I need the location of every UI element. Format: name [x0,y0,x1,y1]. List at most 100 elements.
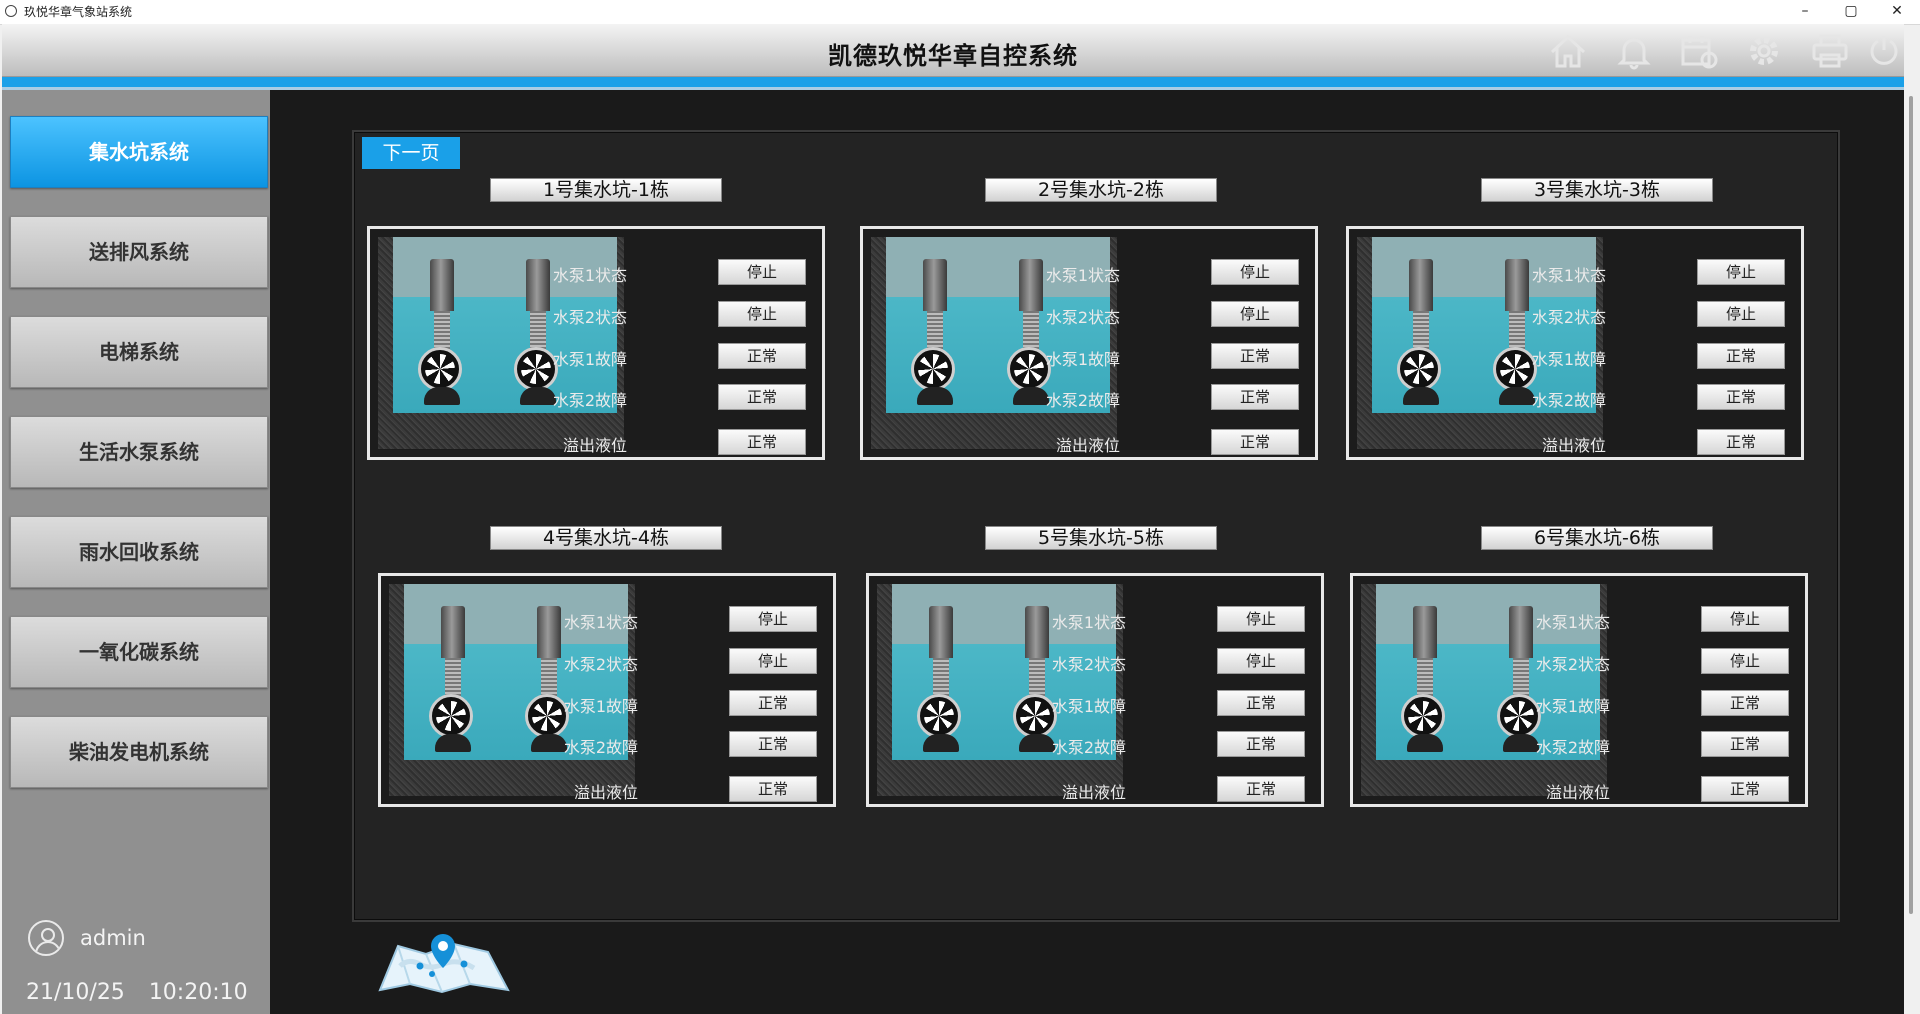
bell-icon[interactable] [1614,32,1654,70]
pit-title: 5号集水坑-5栋 [985,526,1217,550]
map-location-icon[interactable] [370,930,516,996]
current-time: 10:20:10 [148,980,248,1005]
status-label: 水泵1状态 [1535,613,1610,632]
pump-1-icon [905,259,965,409]
status-value: 停止 [718,259,806,285]
status-label: 水泵1故障 [1045,350,1120,369]
status-label: 水泵1故障 [1535,697,1610,716]
status-value: 正常 [1697,343,1785,369]
pit-card: 水泵1状态 停止 水泵2状态 停止 水泵1故障 正常 水泵2故障 正常 溢出液位 正常 [378,573,836,807]
pit-title: 4号集水坑-4栋 [490,526,722,550]
status-value: 正常 [718,429,806,455]
status-label: 水泵2故障 [1531,391,1606,410]
sidebar: 集水坑系统 送排风系统 电梯系统 生活水泵系统 雨水回收系统 一氧化碳系统 柴油… [2,90,270,1014]
status-label: 水泵2故障 [1051,738,1126,757]
status-value: 正常 [1217,690,1305,716]
datetime: 21/10/25 10:20:10 [26,980,272,1005]
status-label: 溢出液位 [562,436,627,455]
status-value: 正常 [1211,429,1299,455]
sidebar-item-domestic-water-pump-system[interactable]: 生活水泵系统 [10,416,268,488]
status-label: 水泵2状态 [1045,308,1120,327]
status-label: 水泵1状态 [552,266,627,285]
gear-icon[interactable] [1744,32,1784,70]
status-label: 水泵1状态 [563,613,638,632]
status-value: 停止 [1701,606,1789,632]
pit-title: 3号集水坑-3栋 [1481,178,1713,202]
status-value: 停止 [1701,648,1789,674]
calendar-icon[interactable] [1678,32,1718,70]
status-label: 水泵2故障 [1535,738,1610,757]
status-label: 水泵1状态 [1045,266,1120,285]
status-label: 水泵1故障 [1531,350,1606,369]
status-value: 正常 [1701,731,1789,757]
status-label: 水泵2状态 [1535,655,1610,674]
status-label: 水泵1故障 [1051,697,1126,716]
status-label: 水泵2故障 [552,391,627,410]
status-value: 正常 [1701,776,1789,802]
status-value: 正常 [1211,343,1299,369]
app-icon [5,5,17,17]
status-label: 水泵2故障 [563,738,638,757]
status-label: 水泵2状态 [1051,655,1126,674]
status-value: 停止 [1211,259,1299,285]
status-label: 溢出液位 [1545,783,1610,802]
status-label: 水泵1故障 [563,697,638,716]
status-label: 水泵2状态 [563,655,638,674]
vertical-scrollbar[interactable] [1904,90,1920,1014]
status-value: 停止 [1697,259,1785,285]
sidebar-item-rainwater-recovery-system[interactable]: 雨水回收系统 [10,516,268,588]
scrollbar-thumb[interactable] [1909,96,1913,914]
status-label: 水泵2状态 [1531,308,1606,327]
status-label: 溢出液位 [1055,436,1120,455]
app-header: 凯德玖悦华章自控系统 [2,24,1904,77]
status-label: 溢出液位 [1061,783,1126,802]
pit-title: 1号集水坑-1栋 [490,178,722,202]
sidebar-item-elevator-system[interactable]: 电梯系统 [10,316,268,388]
pump-1-icon [1395,606,1455,756]
sidebar-item-sump-system[interactable]: 集水坑系统 [10,116,268,188]
status-value: 正常 [718,384,806,410]
sidebar-item-carbon-monoxide-system[interactable]: 一氧化碳系统 [10,616,268,688]
pit-card: 水泵1状态 停止 水泵2状态 停止 水泵1故障 正常 水泵2故障 正常 溢出液位 正常 [367,226,825,460]
status-value: 正常 [1701,690,1789,716]
status-value: 正常 [1211,384,1299,410]
pit-title: 6号集水坑-6栋 [1481,526,1713,550]
status-value: 停止 [729,648,817,674]
status-value: 正常 [1697,384,1785,410]
status-label: 溢出液位 [1541,436,1606,455]
status-label: 水泵1故障 [552,350,627,369]
pump-1-icon [423,606,483,756]
status-value: 停止 [1217,606,1305,632]
status-label: 水泵2状态 [552,308,627,327]
status-value: 正常 [1697,429,1785,455]
status-value: 停止 [1217,648,1305,674]
window-titlebar: 玖悦华章气象站系统 – ▢ ✕ [0,0,1920,25]
printer-icon[interactable] [1810,32,1850,70]
status-value: 停止 [729,606,817,632]
header-accent-bar [2,77,1904,87]
status-value: 正常 [729,731,817,757]
home-icon[interactable] [1548,32,1588,70]
current-date: 21/10/25 [26,980,125,1005]
pump-1-icon [412,259,472,409]
maximize-button[interactable]: ▢ [1828,0,1874,24]
status-label: 水泵1状态 [1531,266,1606,285]
pit-title: 2号集水坑-2栋 [985,178,1217,202]
pump-1-icon [1391,259,1451,409]
status-label: 水泵2故障 [1045,391,1120,410]
sidebar-item-diesel-generator-system[interactable]: 柴油发电机系统 [10,716,268,788]
close-button[interactable]: ✕ [1874,0,1920,24]
status-value: 正常 [1217,776,1305,802]
sidebar-item-ventilation-system[interactable]: 送排风系统 [10,216,268,288]
pit-card: 水泵1状态 停止 水泵2状态 停止 水泵1故障 正常 水泵2故障 正常 溢出液位 正常 [1346,226,1804,460]
minimize-button[interactable]: – [1782,0,1828,24]
window-title: 玖悦华章气象站系统 [24,5,133,19]
status-value: 正常 [729,776,817,802]
next-page-button[interactable]: 下一页 [362,137,460,169]
status-value: 正常 [1217,731,1305,757]
username: admin [80,926,146,950]
status-value: 停止 [1211,301,1299,327]
power-icon[interactable] [1866,32,1900,70]
status-value: 停止 [1697,301,1785,327]
status-value: 正常 [729,690,817,716]
